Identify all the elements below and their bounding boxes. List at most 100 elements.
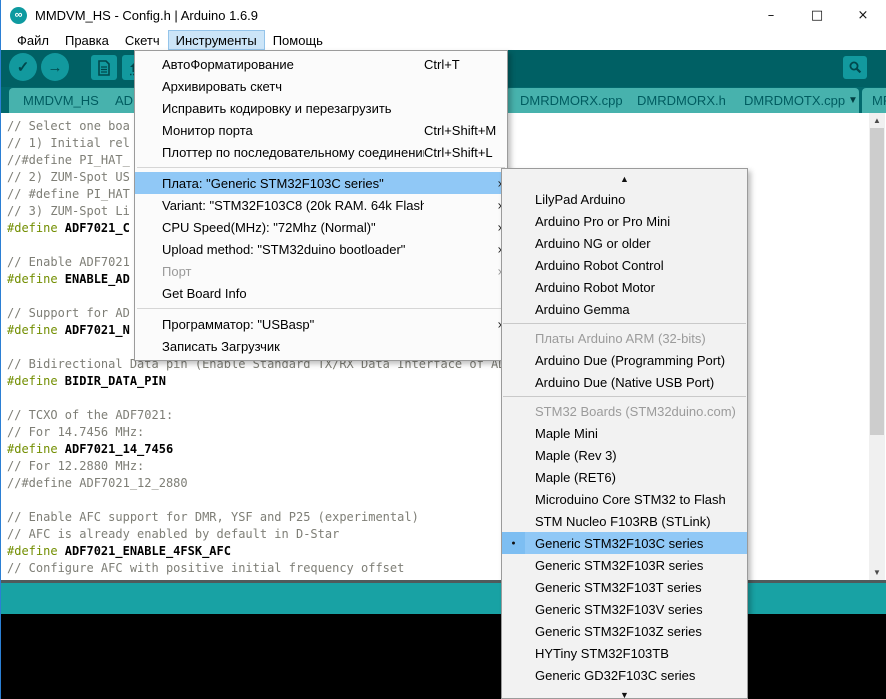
code-comment: // Support for AD (7, 306, 130, 320)
board-item[interactable]: Arduino Due (Native USB Port) (502, 371, 747, 393)
menu-item-label: Исправить кодировку и перезагрузить (162, 101, 424, 116)
board-item-label: Generic STM32F103T series (525, 580, 702, 595)
board-item[interactable]: Arduino Robot Control (502, 254, 747, 276)
board-item[interactable]: Arduino Gemma (502, 298, 747, 320)
tools-menu-item[interactable]: Записать Загрузчик (135, 335, 507, 357)
menu-item-shortcut: Ctrl+Shift+M (424, 123, 496, 138)
serial-monitor-button[interactable] (843, 56, 867, 79)
menu-item-label: Порт (162, 264, 424, 279)
titlebar: ∞ MMDVM_HS - Config.h | Arduino 1.6.9 – … (1, 0, 886, 30)
tools-menu-item[interactable]: Монитор портаCtrl+Shift+M (135, 119, 507, 141)
scrollbar-down-arrow[interactable]: ▼ (869, 565, 885, 580)
submenu-scroll-up-icon[interactable]: ▲ (502, 170, 747, 188)
board-item[interactable]: HYTiny STM32F103TB (502, 642, 747, 664)
board-item[interactable]: STM Nucleo F103RB (STLink) (502, 510, 747, 532)
board-item[interactable]: LilyPad Arduino (502, 188, 747, 210)
tab-DMRDMOTX.cpp[interactable]: DMRDMOTX.cpp (730, 88, 859, 113)
board-item[interactable]: Maple (Rev 3) (502, 444, 747, 466)
board-item-label: LilyPad Arduino (525, 192, 625, 207)
board-item[interactable]: Arduino NG or older (502, 232, 747, 254)
board-item[interactable]: Microduino Core STM32 to Flash (502, 488, 747, 510)
console-output (1, 614, 886, 699)
tab-overflow-button[interactable]: ▼ (845, 88, 861, 113)
code-comment: // 1) Initial rel (7, 136, 130, 150)
board-item-label: Arduino NG or older (525, 236, 651, 251)
code-line: //#define ADF7021_12_2880 (7, 475, 886, 492)
window-title: MMDVM_HS - Config.h | Arduino 1.6.9 (35, 8, 258, 23)
code-macro-name: ADF7021_N (65, 323, 130, 337)
board-item-label: Generic STM32F103C series (525, 536, 703, 551)
upload-button[interactable]: → (41, 53, 69, 81)
menubar-item-файл[interactable]: Файл (9, 30, 57, 50)
tools-menu-item[interactable]: Upload method: "STM32duino bootloader"› (135, 238, 507, 260)
maximize-button[interactable]: □ (794, 0, 840, 30)
board-item[interactable]: Generic GD32F103C series (502, 664, 747, 686)
scrollbar-thumb[interactable] (870, 128, 884, 435)
tools-menu-item[interactable]: Плоттер по последовательному соединениюC… (135, 141, 507, 163)
board-item[interactable]: Maple (RET6) (502, 466, 747, 488)
code-line: #define ADF7021_ENABLE_4FSK_AFC (7, 543, 886, 560)
board-item-label: Arduino Due (Programming Port) (525, 353, 725, 368)
board-item-label: Generic STM32F103R series (525, 558, 703, 573)
code-keyword: #define (7, 442, 65, 456)
selected-radio-dot-icon: ● (502, 532, 525, 554)
menubar-item-скетч[interactable]: Скетч (117, 30, 168, 50)
code-macro-name: ADF7021_ENABLE_4FSK_AFC (65, 544, 231, 558)
board-item-label: Arduino Gemma (525, 302, 630, 317)
board-item-label: Arduino Pro or Pro Mini (525, 214, 670, 229)
code-comment: // Configure AFC with positive initial f… (7, 561, 404, 575)
tools-menu-item[interactable]: Архивировать скетч (135, 75, 507, 97)
board-item[interactable]: Maple Mini (502, 422, 747, 444)
board-item[interactable]: Generic STM32F103T series (502, 576, 747, 598)
tools-menu-item[interactable]: Плата: "Generic STM32F103C series"› (135, 172, 507, 194)
code-macro-name: BIDIR_DATA_PIN (65, 374, 166, 388)
code-macro-name: ADF7021_14_7456 (65, 442, 173, 456)
code-comment: // 3) ZUM-Spot Li (7, 204, 130, 218)
tab-DMRDMORX.cpp[interactable]: DMRDMORX.cpp (506, 88, 637, 113)
minimize-button[interactable]: – (748, 0, 794, 30)
tab-DMRDMORX.h[interactable]: DMRDMORX.h (623, 88, 740, 113)
tab-MMDVM_HS[interactable]: MMDVM_HS (9, 88, 113, 113)
code-macro-name: ENABLE_AD (65, 272, 130, 286)
board-item[interactable]: Arduino Pro or Pro Mini (502, 210, 747, 232)
code-keyword: #define (7, 323, 65, 337)
editor-scrollbar[interactable]: ▲ ▼ (869, 113, 885, 580)
board-item-label: Arduino Due (Native USB Port) (525, 375, 714, 390)
tools-menu-item[interactable]: Исправить кодировку и перезагрузить (135, 97, 507, 119)
tools-menu: АвтоФорматированиеCtrl+TАрхивировать ске… (134, 50, 508, 361)
board-item-label: Maple Mini (525, 426, 598, 441)
menu-item-label: Upload method: "STM32duino bootloader" (162, 242, 424, 257)
board-item-label: HYTiny STM32F103TB (525, 646, 669, 661)
new-sketch-button[interactable] (91, 55, 117, 80)
board-item-label: Microduino Core STM32 to Flash (525, 492, 726, 507)
board-item-label: Generic STM32F103V series (525, 602, 703, 617)
board-item[interactable]: Generic STM32F103Z series (502, 620, 747, 642)
board-item[interactable]: Generic STM32F103R series (502, 554, 747, 576)
tools-menu-item[interactable]: АвтоФорматированиеCtrl+T (135, 53, 507, 75)
menu-item-label: Записать Загрузчик (162, 339, 424, 354)
tab-partial[interactable]: MRD (862, 88, 886, 113)
board-item[interactable]: ●Generic STM32F103C series (502, 532, 747, 554)
board-item[interactable]: Arduino Due (Programming Port) (502, 349, 747, 371)
verify-button[interactable]: ✓ (9, 53, 37, 81)
menubar-item-инструменты[interactable]: Инструменты (168, 30, 265, 50)
menubar: ФайлПравкаСкетчИнструментыПомощь (1, 30, 886, 50)
board-item[interactable]: Generic STM32F103V series (502, 598, 747, 620)
tools-menu-item[interactable]: Variant: "STM32F103C8 (20k RAM. 64k Flas… (135, 194, 507, 216)
tools-menu-item[interactable]: Программатор: "USBasp"› (135, 313, 507, 335)
code-comment: // AFC is already enabled by default in … (7, 527, 339, 541)
board-item[interactable]: Arduino Robot Motor (502, 276, 747, 298)
scrollbar-up-arrow[interactable]: ▲ (869, 113, 885, 128)
code-line (7, 492, 886, 509)
submenu-scroll-down-icon[interactable]: ▼ (502, 686, 747, 699)
tools-menu-item[interactable]: CPU Speed(MHz): "72Mhz (Normal)"› (135, 216, 507, 238)
check-icon: ✓ (17, 58, 30, 76)
board-item-label: Maple (RET6) (525, 470, 616, 485)
code-keyword: #define (7, 221, 65, 235)
menubar-item-помощь[interactable]: Помощь (265, 30, 331, 50)
code-comment: // Select one boa (7, 119, 130, 133)
tools-menu-item[interactable]: Get Board Info (135, 282, 507, 304)
close-button[interactable]: × (840, 0, 886, 30)
code-comment: //#define PI_HAT_ (7, 153, 130, 167)
menubar-item-правка[interactable]: Правка (57, 30, 117, 50)
